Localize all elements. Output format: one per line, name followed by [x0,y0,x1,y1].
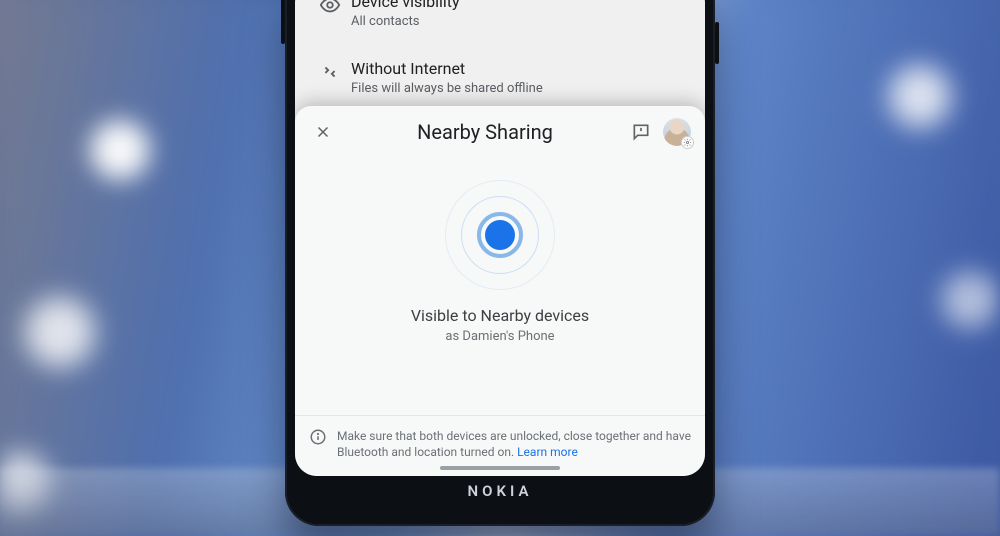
phone-frame: Device visibility All contacts Without I… [285,0,715,526]
gear-icon [681,136,694,149]
info-icon [309,428,327,460]
eye-icon [309,0,351,16]
phone-brand-label: NOKIA [295,482,705,500]
setting-row-device-visibility[interactable]: Device visibility All contacts [295,0,705,45]
sheet-header: Nearby Sharing [295,106,705,154]
setting-subtitle: Files will always be shared offline [351,81,543,96]
feedback-icon[interactable] [627,118,655,146]
gesture-nav-pill[interactable] [440,466,560,470]
close-icon[interactable] [309,118,337,146]
status-line2: as Damien's Phone [315,329,685,344]
visibility-status: Visible to Nearby devices as Damien's Ph… [295,296,705,344]
nearby-sharing-sheet: Nearby Sharing [295,106,705,476]
offline-icon [309,59,351,83]
status-line1: Visible to Nearby devices [315,306,685,325]
setting-title: Device visibility [351,0,460,12]
phone-side-button-right [715,22,719,64]
phone-screen: Device visibility All contacts Without I… [295,0,705,476]
radar-dot-icon [485,220,515,250]
phone-side-button-left [281,0,285,44]
setting-row-without-internet[interactable]: Without Internet Files will always be sh… [295,45,705,112]
radar-animation [295,154,705,296]
sheet-title: Nearby Sharing [351,120,619,144]
hint-text: Make sure that both devices are unlocked… [337,429,691,459]
setting-title: Without Internet [351,59,543,79]
learn-more-link[interactable]: Learn more [517,445,578,459]
setting-subtitle: All contacts [351,14,460,29]
profile-avatar[interactable] [663,118,691,146]
hint-text-wrap: Make sure that both devices are unlocked… [337,428,691,460]
